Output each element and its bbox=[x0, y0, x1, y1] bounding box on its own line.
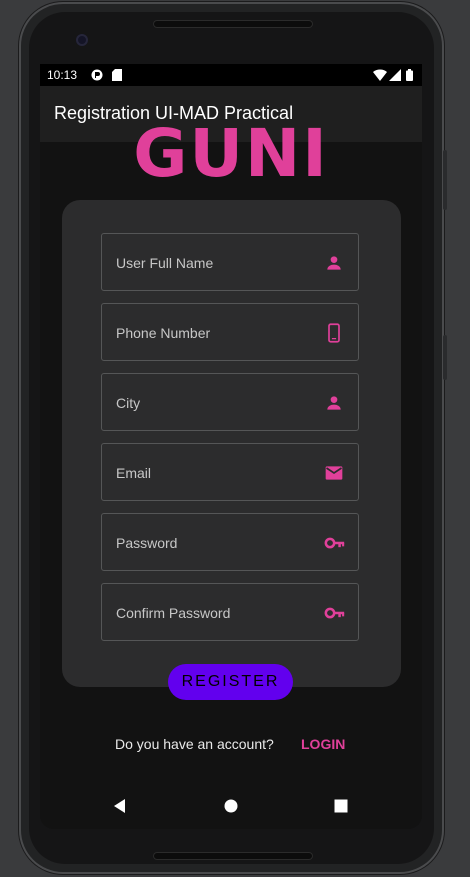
phone-icon bbox=[324, 323, 344, 343]
signal-icon bbox=[389, 69, 401, 84]
guni-logo: GUNI bbox=[133, 115, 329, 192]
city-field[interactable]: City bbox=[101, 373, 359, 431]
login-link[interactable]: LOGIN bbox=[301, 736, 345, 752]
top-speaker bbox=[153, 20, 313, 28]
navigation-bar bbox=[40, 784, 422, 829]
home-icon[interactable] bbox=[221, 796, 241, 816]
register-button[interactable]: REGISTER bbox=[168, 664, 293, 700]
app-screen: 10:13 Registration UI-MAD Practical GUNI… bbox=[40, 64, 422, 829]
password-field[interactable]: Password bbox=[101, 513, 359, 571]
key-icon bbox=[324, 603, 345, 623]
have-account-text: Do you have an account? bbox=[115, 736, 274, 752]
bottom-speaker bbox=[153, 852, 313, 860]
person-icon bbox=[324, 253, 344, 273]
confirm-password-field[interactable]: Confirm Password bbox=[101, 583, 359, 641]
battery-icon bbox=[406, 69, 413, 84]
phone-number-field[interactable]: Phone Number bbox=[101, 303, 359, 361]
back-icon[interactable] bbox=[110, 796, 130, 816]
mail-icon bbox=[324, 463, 344, 483]
email-label: Email bbox=[116, 465, 152, 481]
notification-icon bbox=[91, 69, 103, 84]
front-camera bbox=[76, 34, 88, 46]
status-bar: 10:13 bbox=[40, 64, 422, 86]
full-name-field[interactable]: User Full Name bbox=[101, 233, 359, 291]
recents-icon[interactable] bbox=[331, 796, 351, 816]
city-label: City bbox=[116, 395, 141, 411]
person-icon bbox=[324, 393, 344, 413]
wifi-icon bbox=[373, 69, 387, 84]
email-field[interactable]: Email bbox=[101, 443, 359, 501]
status-time: 10:13 bbox=[47, 68, 78, 82]
volume-button bbox=[443, 150, 447, 210]
registration-card: User Full Name Phone Number City Email P bbox=[62, 200, 401, 687]
sd-card-icon bbox=[112, 69, 122, 84]
key-icon bbox=[324, 533, 345, 553]
phone-number-label: Phone Number bbox=[116, 325, 211, 341]
confirm-password-label: Confirm Password bbox=[116, 605, 231, 621]
power-button bbox=[443, 335, 447, 380]
password-label: Password bbox=[116, 535, 178, 551]
full-name-label: User Full Name bbox=[116, 255, 214, 271]
